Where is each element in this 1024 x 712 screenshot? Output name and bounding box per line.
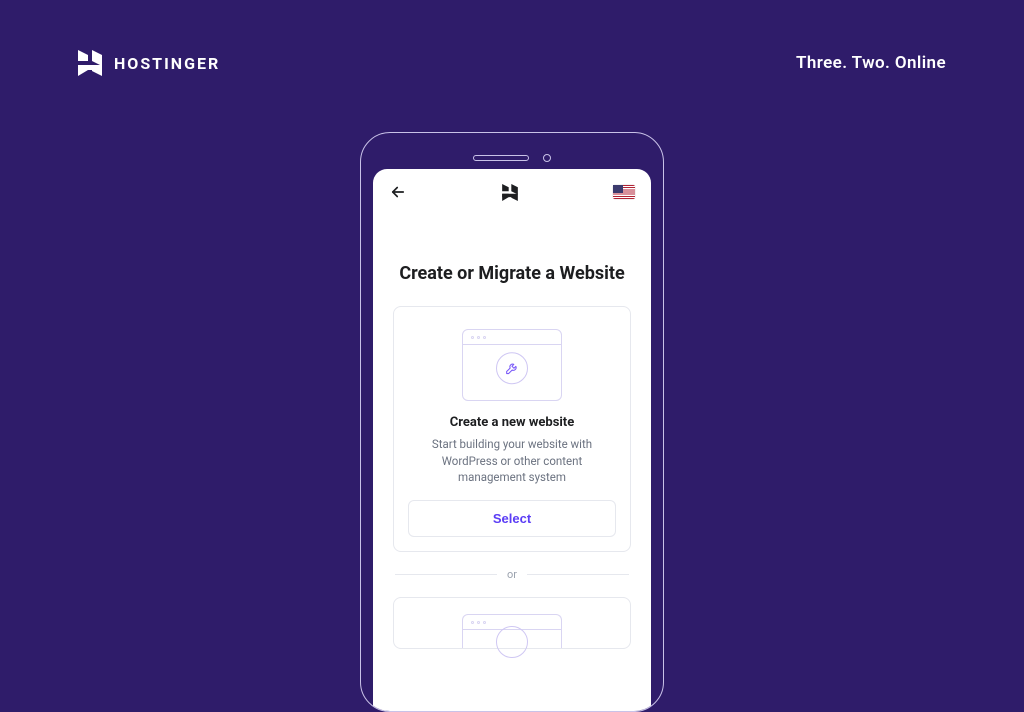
camera-icon [543, 154, 551, 162]
window-dots-icon [471, 621, 486, 624]
app-header [373, 169, 651, 215]
locale-flag-icon[interactable] [613, 185, 635, 199]
page-title: Create or Migrate a Website [389, 263, 635, 284]
browser-window-illustration-icon [462, 614, 562, 648]
brand-left: HOSTINGER [78, 50, 220, 76]
browser-window-illustration-icon [462, 329, 562, 401]
back-arrow-icon[interactable] [389, 183, 407, 201]
brand-row: HOSTINGER Three. Two. Online [0, 50, 1024, 76]
app-screen: Create or Migrate a Website Create a new… [373, 169, 651, 711]
select-create-button[interactable]: Select [408, 500, 616, 537]
divider-left-line-icon [395, 574, 497, 575]
window-dots-icon [471, 336, 486, 339]
create-website-card: Create a new website Start building your… [393, 306, 631, 552]
divider-label: or [507, 568, 517, 581]
wrench-icon [504, 360, 520, 376]
wrench-circle [496, 352, 528, 384]
brand-name: HOSTINGER [114, 54, 220, 73]
divider-right-line-icon [527, 574, 629, 575]
phone-mock: Create or Migrate a Website Create a new… [360, 132, 664, 712]
window-topbar-icon [463, 344, 561, 345]
speaker-icon [473, 155, 529, 161]
card-title: Create a new website [408, 415, 616, 430]
card-subtitle: Start building your website with WordPre… [412, 436, 612, 486]
hostinger-logo-icon [78, 50, 102, 76]
circle-partial-icon [496, 626, 528, 658]
phone-top-cutouts [373, 147, 651, 169]
divider: or [395, 568, 629, 581]
tagline: Three. Two. Online [796, 53, 946, 73]
migrate-website-card [393, 597, 631, 649]
hostinger-mark-icon [502, 184, 518, 200]
phone-shell: Create or Migrate a Website Create a new… [360, 132, 664, 712]
